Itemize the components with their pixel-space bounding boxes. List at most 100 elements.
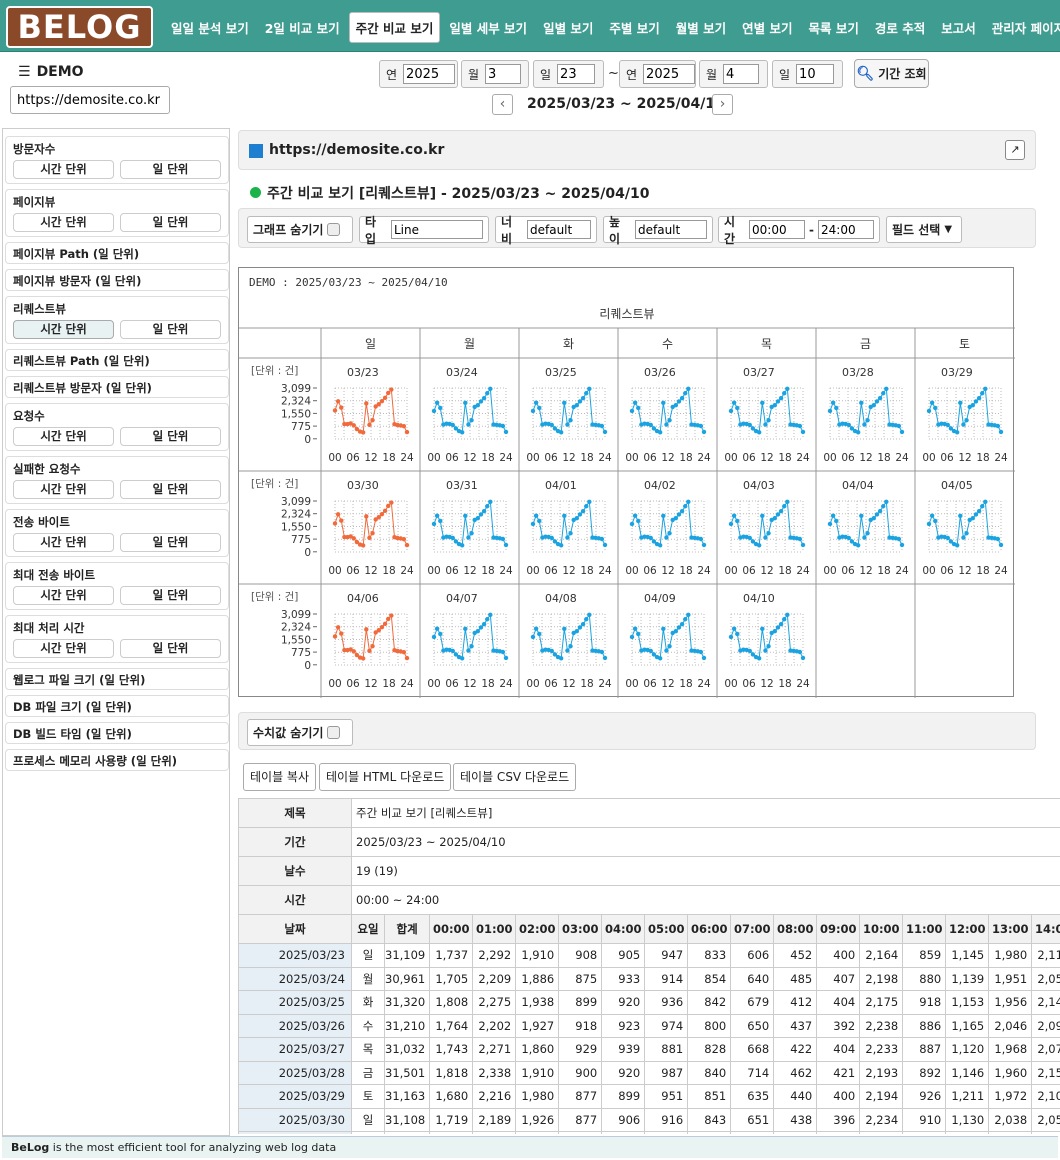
from-day-input[interactable] bbox=[557, 64, 596, 84]
data-point bbox=[488, 499, 493, 505]
sidebar-item[interactable]: DB 파일 크기 (일 단위) bbox=[5, 695, 229, 717]
width-input[interactable] bbox=[527, 220, 591, 239]
nav-item[interactable]: 목록 보기 bbox=[802, 12, 866, 43]
column-header[interactable]: 06:00 bbox=[687, 914, 732, 944]
data-point bbox=[877, 508, 883, 514]
data-point bbox=[602, 429, 608, 435]
value-cell: 440 bbox=[773, 1084, 818, 1109]
download-csv-button[interactable]: 테이블 CSV 다운로드 bbox=[453, 763, 577, 791]
site-title[interactable]: ☰ DEMO bbox=[18, 64, 84, 80]
column-header[interactable]: 08:00 bbox=[773, 914, 818, 944]
column-header[interactable]: 14:00 bbox=[1031, 914, 1060, 944]
daily-button[interactable]: 일 단위 bbox=[120, 213, 221, 232]
daily-button[interactable]: 일 단위 bbox=[120, 533, 221, 552]
hourly-button[interactable]: 시간 단위 bbox=[13, 213, 114, 232]
next-period-button[interactable]: › bbox=[712, 94, 733, 115]
cell-date-label: 03/26 bbox=[644, 366, 676, 379]
nav-item[interactable]: 경로 추적 bbox=[868, 12, 932, 43]
hourly-button[interactable]: 시간 단위 bbox=[13, 480, 114, 499]
sidebar-item[interactable]: 페이지뷰 방문자 (일 단위) bbox=[5, 269, 229, 291]
hourly-button[interactable]: 시간 단위 bbox=[13, 586, 114, 605]
daily-button[interactable]: 일 단위 bbox=[120, 160, 221, 179]
sidebar-item[interactable]: 리퀘스트뷰 방문자 (일 단위) bbox=[5, 376, 229, 398]
hide-graph-toggle[interactable]: 그래프 숨기기 bbox=[247, 216, 353, 243]
type-input[interactable] bbox=[391, 220, 483, 239]
to-month-input[interactable] bbox=[723, 64, 760, 84]
time-to-input[interactable] bbox=[818, 220, 874, 239]
hide-values-toggle[interactable]: 수치값 숨기기 bbox=[247, 719, 353, 746]
nav-item[interactable]: 주별 보기 bbox=[602, 12, 666, 43]
daily-button[interactable]: 일 단위 bbox=[120, 320, 221, 339]
from-year-input[interactable] bbox=[403, 64, 456, 84]
sidebar-item[interactable]: 웹로그 파일 크기 (일 단위) bbox=[5, 668, 229, 690]
daily-button[interactable]: 일 단위 bbox=[120, 480, 221, 499]
column-header[interactable]: 05:00 bbox=[644, 914, 689, 944]
daily-button[interactable]: 일 단위 bbox=[120, 639, 221, 658]
column-header[interactable]: 11:00 bbox=[902, 914, 947, 944]
sidebar-item[interactable]: 프로세스 메모리 사용량 (일 단위) bbox=[5, 749, 229, 771]
value-cell: 857 bbox=[687, 1131, 732, 1134]
nav-item[interactable]: 보고서 bbox=[934, 12, 983, 43]
time-from-input[interactable] bbox=[749, 220, 806, 239]
hourly-button[interactable]: 시간 단위 bbox=[13, 160, 114, 179]
data-point bbox=[382, 621, 388, 627]
data-point bbox=[370, 643, 375, 649]
field-select-button[interactable]: 필드 선택 ▼ bbox=[886, 216, 962, 243]
column-header[interactable]: 10:00 bbox=[859, 914, 904, 944]
nav-item[interactable]: 일별 세부 보기 bbox=[442, 12, 534, 43]
nav-item[interactable]: 월별 보기 bbox=[669, 12, 733, 43]
nav-item[interactable]: 일일 분석 보기 bbox=[164, 12, 256, 43]
to-day-input[interactable] bbox=[796, 64, 835, 84]
daily-button[interactable]: 일 단위 bbox=[120, 586, 221, 605]
hourly-button[interactable]: 시간 단위 bbox=[13, 320, 114, 339]
belog-logo[interactable]: BELOG bbox=[6, 6, 153, 48]
nav-item[interactable]: 일별 보기 bbox=[536, 12, 600, 43]
sidebar-item[interactable]: 페이지뷰 Path (일 단위) bbox=[5, 242, 229, 264]
site-name: DEMO bbox=[36, 64, 84, 80]
prev-period-button[interactable]: ‹ bbox=[492, 94, 513, 115]
column-header[interactable]: 날짜 bbox=[238, 914, 352, 944]
nav-item[interactable]: 주간 비교 보기 bbox=[348, 12, 441, 43]
download-html-button[interactable]: 테이블 HTML 다운로드 bbox=[319, 763, 452, 791]
column-header[interactable]: 13:00 bbox=[988, 914, 1033, 944]
external-link-icon[interactable]: ↗ bbox=[1005, 140, 1025, 160]
hide-values-checkbox[interactable] bbox=[327, 726, 341, 739]
column-header[interactable]: 12:00 bbox=[945, 914, 990, 944]
to-year-input[interactable] bbox=[643, 64, 696, 84]
data-point bbox=[859, 400, 864, 406]
value-cell: 2,338 bbox=[472, 1060, 517, 1085]
height-input[interactable] bbox=[635, 220, 707, 239]
sidebar-item[interactable]: DB 빌드 타임 (일 단위) bbox=[5, 722, 229, 744]
data-point bbox=[664, 535, 669, 540]
column-header[interactable]: 07:00 bbox=[730, 914, 775, 944]
column-header[interactable]: 09:00 bbox=[816, 914, 861, 944]
column-header[interactable]: 04:00 bbox=[601, 914, 646, 944]
data-point bbox=[698, 536, 704, 542]
hourly-button[interactable]: 시간 단위 bbox=[13, 639, 114, 658]
x-tick-label: 18 bbox=[778, 678, 791, 690]
data-point bbox=[760, 513, 765, 519]
value-cell: 1,705 bbox=[429, 966, 474, 991]
daily-button[interactable]: 일 단위 bbox=[120, 427, 221, 446]
hourly-button[interactable]: 시간 단위 bbox=[13, 427, 114, 446]
column-header[interactable]: 03:00 bbox=[558, 914, 603, 944]
nav-item[interactable]: 연별 보기 bbox=[735, 12, 799, 43]
site-url-input[interactable] bbox=[10, 86, 170, 114]
nav-item[interactable]: 관리자 페이지 bbox=[985, 12, 1060, 43]
nav-item[interactable]: 2일 비교 보기 bbox=[258, 12, 347, 43]
hide-graph-checkbox[interactable] bbox=[327, 223, 341, 236]
column-header[interactable]: 01:00 bbox=[472, 914, 517, 944]
column-header[interactable]: 02:00 bbox=[515, 914, 560, 944]
sidebar-item[interactable]: 리퀘스트뷰 Path (일 단위) bbox=[5, 349, 229, 371]
width-control: 너비 bbox=[495, 215, 597, 246]
data-point bbox=[785, 612, 790, 618]
column-header[interactable]: 합계 bbox=[383, 914, 431, 944]
period-search-button[interactable]: 🔍︎ 기간 조회 bbox=[854, 59, 929, 88]
column-header[interactable]: 요일 bbox=[351, 914, 385, 944]
copy-table-button[interactable]: 테이블 복사 bbox=[243, 763, 317, 791]
column-header[interactable]: 00:00 bbox=[429, 914, 474, 944]
hourly-button[interactable]: 시간 단위 bbox=[13, 533, 114, 552]
from-month-input[interactable] bbox=[485, 64, 522, 84]
day-label: 일 bbox=[540, 67, 552, 82]
menu-icon[interactable]: ☰ bbox=[18, 64, 31, 80]
